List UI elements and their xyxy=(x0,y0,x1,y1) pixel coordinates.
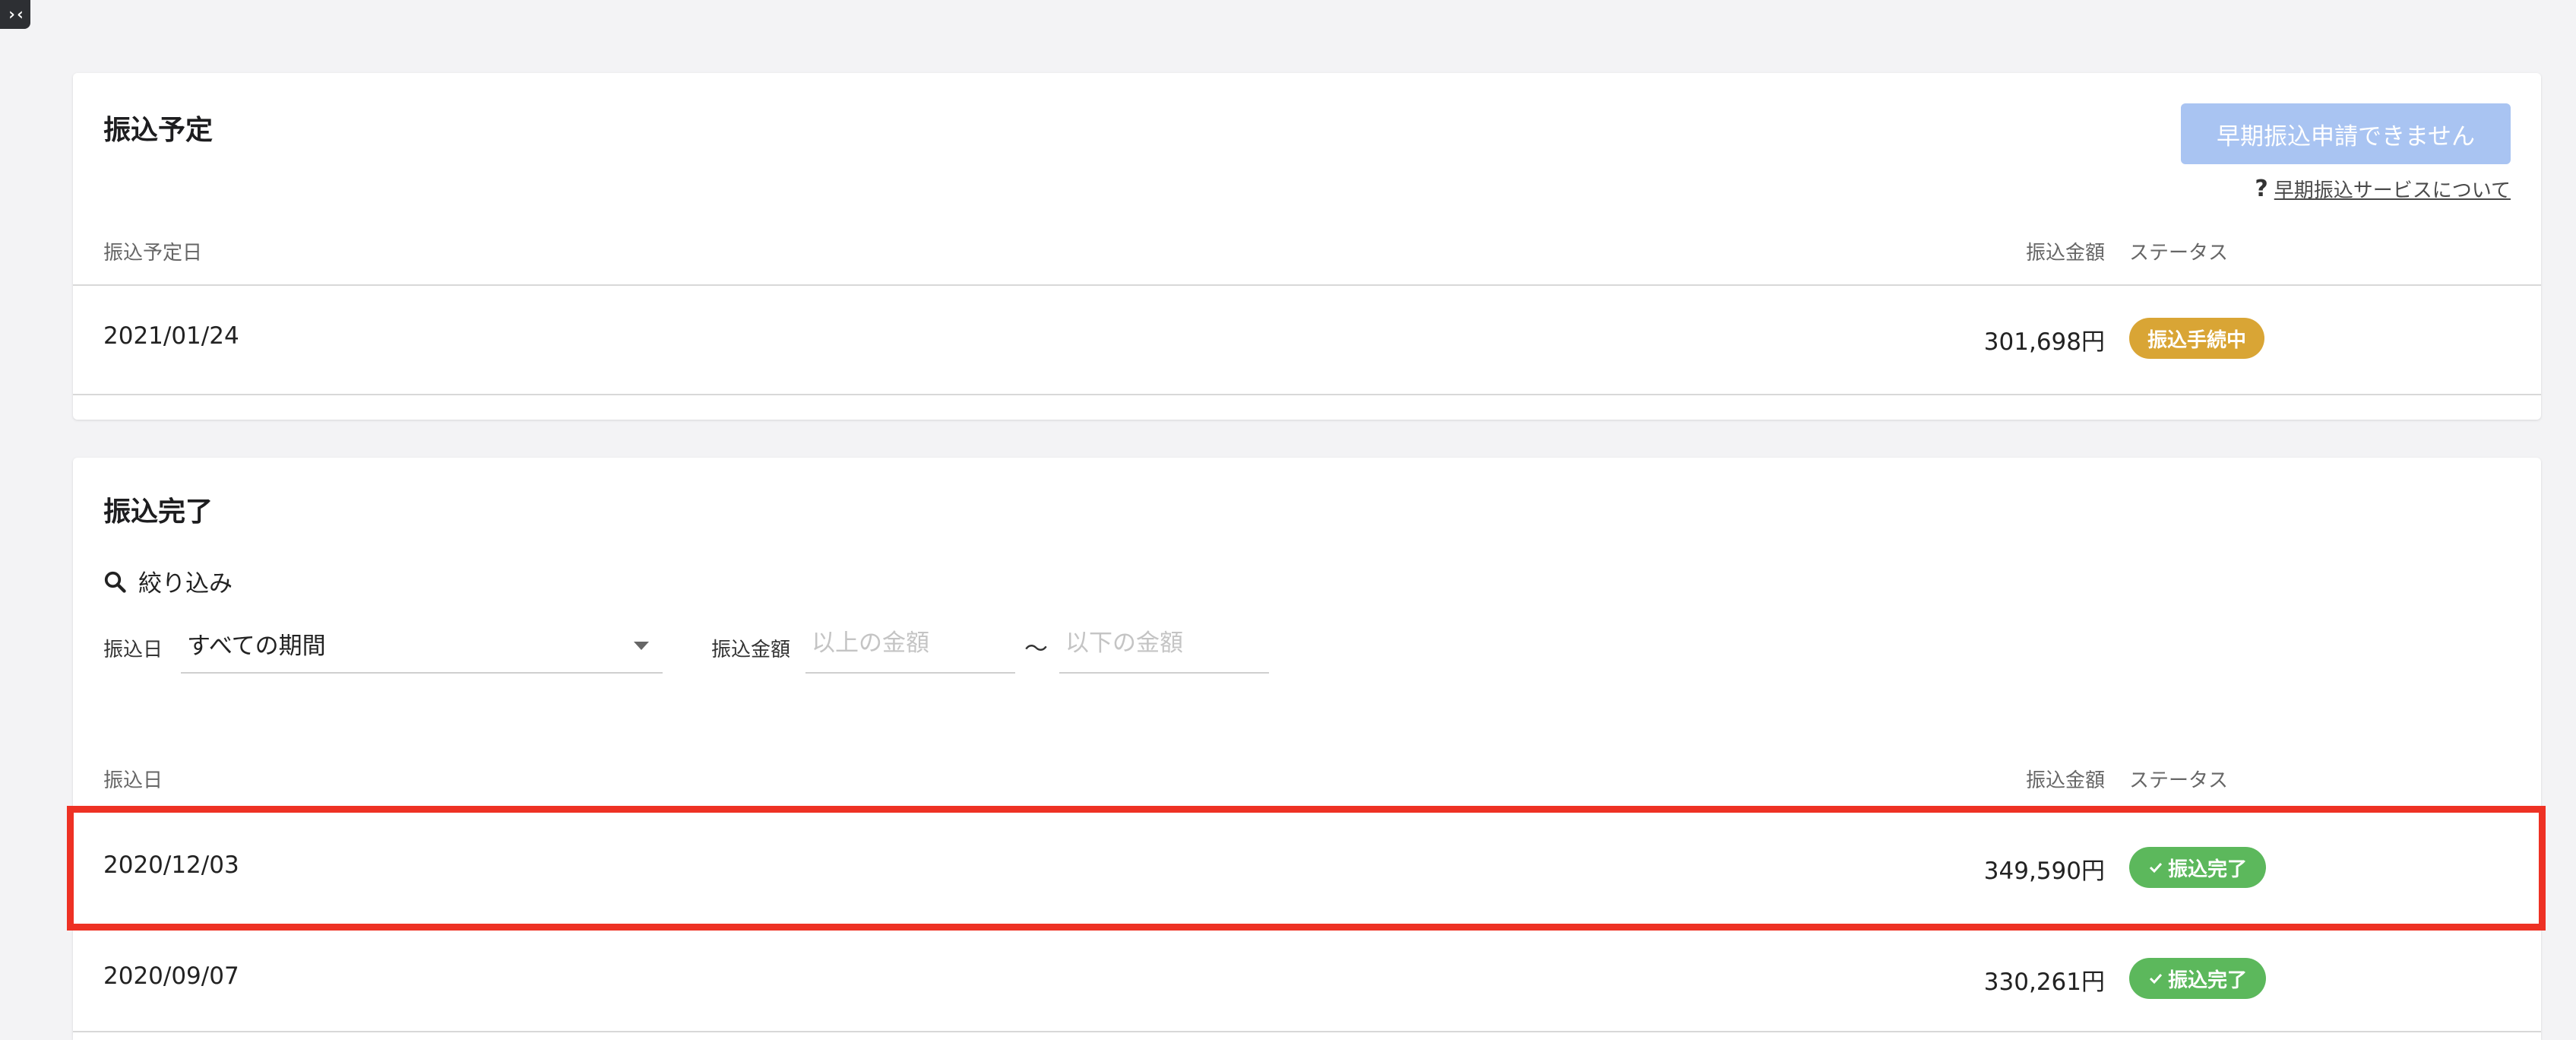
status-badge-label: 振込完了 xyxy=(2167,969,2247,992)
filter-heading-label: 絞り込み xyxy=(138,570,233,598)
header-amount: 振込金額 xyxy=(2025,242,2105,265)
period-select-value: すべての期間 xyxy=(187,632,326,660)
period-select[interactable]: すべての期間 xyxy=(181,614,663,674)
caret-down-icon xyxy=(634,642,649,650)
schedule-title: 振込予定 xyxy=(103,115,214,146)
filter-heading: 絞り込み xyxy=(103,564,233,598)
filter-date-label: 振込日 xyxy=(103,639,163,661)
early-transfer-help-link[interactable]: ? 早期振込サービスについて xyxy=(2255,175,2511,203)
header-transfer-date: 振込日 xyxy=(103,769,163,792)
status-badge: 振込手続中 xyxy=(2129,318,2264,359)
completed-title: 振込完了 xyxy=(103,496,214,528)
status-badge: 振込完了 xyxy=(2129,958,2266,999)
search-icon xyxy=(104,571,126,593)
question-icon: ? xyxy=(2255,176,2268,202)
header-amount: 振込金額 xyxy=(2025,769,2105,792)
table-row[interactable]: 2021/01/24 301,698円 振込手続中 xyxy=(73,286,2541,394)
check-icon xyxy=(2149,862,2163,874)
row-amount: 330,261円 xyxy=(1983,969,2105,996)
row-divider xyxy=(73,394,2541,395)
row-date: 2020/12/03 xyxy=(103,851,239,879)
row-date: 2021/01/24 xyxy=(103,322,239,350)
early-transfer-button[interactable]: 早期振込申請できません xyxy=(2181,103,2511,164)
row-amount: 301,698円 xyxy=(1983,328,2105,356)
status-badge: 振込完了 xyxy=(2129,847,2266,888)
table-row[interactable]: 2020/09/07 330,261円 振込完了 xyxy=(73,921,2541,1031)
header-status: ステータス xyxy=(2129,769,2229,792)
row-amount: 349,590円 xyxy=(1983,858,2105,885)
transfer-completed-card: 振込完了 絞り込み 振込日 すべての期間 振込金額 〜 振込日 振込金額 ステー… xyxy=(73,458,2541,1040)
status-badge-label: 振込完了 xyxy=(2167,858,2247,881)
table-row[interactable]: 2020/12/03 349,590円 振込完了 xyxy=(73,812,2541,921)
range-tilde: 〜 xyxy=(1024,636,1048,663)
check-icon xyxy=(2149,973,2163,985)
row-date: 2020/09/07 xyxy=(103,962,239,990)
help-link-text: 早期振込サービスについて xyxy=(2274,179,2511,202)
transfer-schedule-card: 振込予定 早期振込申請できません ? 早期振込サービスについて 振込予定日 振込… xyxy=(73,73,2541,420)
filter-amount-label: 振込金額 xyxy=(711,639,791,661)
sidebar-toggle-button[interactable]: ›‹ xyxy=(0,0,30,29)
header-scheduled-date: 振込予定日 xyxy=(103,242,203,265)
row-divider xyxy=(73,1031,2541,1032)
max-amount-input[interactable] xyxy=(1059,614,1269,674)
filter-row: 振込日 すべての期間 振込金額 〜 xyxy=(103,614,1350,675)
min-amount-input[interactable] xyxy=(805,614,1015,674)
header-status: ステータス xyxy=(2129,242,2229,265)
